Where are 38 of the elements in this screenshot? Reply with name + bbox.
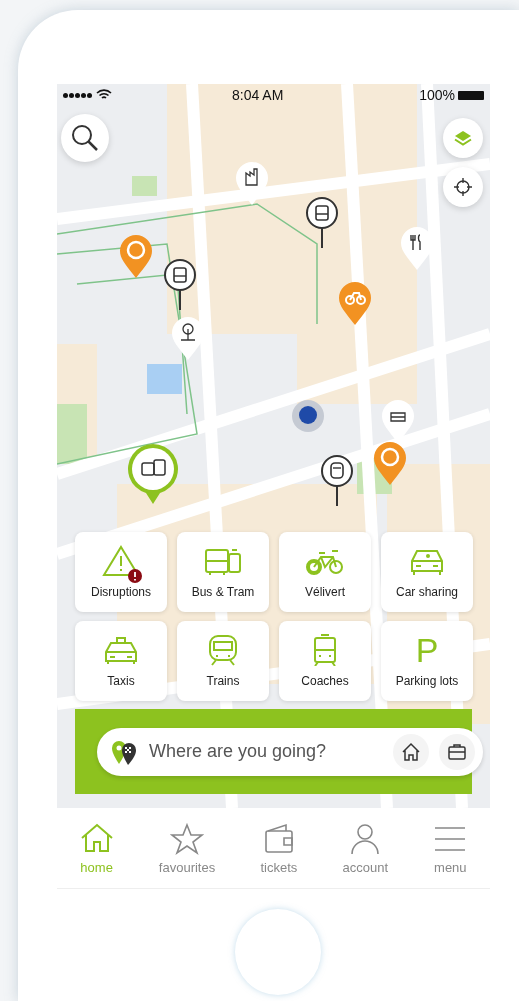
factory-pin-icon[interactable] <box>234 160 270 206</box>
nav-tab[interactable]: menu <box>433 821 468 875</box>
parking-glyph: P <box>415 634 439 666</box>
category-tile[interactable]: Coaches <box>279 621 371 701</box>
bus-stop-pin-icon[interactable] <box>163 258 197 312</box>
house-icon <box>401 741 421 762</box>
taxi-icon <box>102 634 140 666</box>
category-tile[interactable]: Disruptions <box>75 532 167 612</box>
category-tile[interactable]: Trains <box>177 621 269 701</box>
signal-icon <box>63 92 92 98</box>
category-tile[interactable]: P Parking lots <box>381 621 473 701</box>
park-area <box>132 176 157 196</box>
home-shortcut-button[interactable] <box>393 733 429 770</box>
current-location-icon <box>291 399 325 433</box>
battery-percent: 100% <box>419 87 455 103</box>
bus-tram-pin-icon[interactable] <box>126 443 180 505</box>
crosshair-icon <box>453 177 473 197</box>
category-tile[interactable]: Car sharing <box>381 532 473 612</box>
park-area <box>57 404 87 464</box>
category-tile[interactable]: Bus & Tram <box>177 532 269 612</box>
status-time: 8:04 AM <box>232 87 284 103</box>
water-area <box>147 364 182 394</box>
layers-icon <box>454 130 472 146</box>
battery-icon <box>458 90 484 100</box>
search-icon <box>70 123 100 153</box>
destination-field[interactable]: Where are you going? <box>97 727 483 776</box>
work-shortcut-button[interactable] <box>439 733 475 770</box>
train-stop-pin-icon[interactable] <box>320 454 354 508</box>
wifi-icon <box>96 89 112 101</box>
star-icon <box>170 821 205 856</box>
category-tile[interactable]: Taxis <box>75 621 167 701</box>
nav-tab[interactable]: tickets <box>260 821 298 875</box>
briefcase-icon <box>447 741 467 762</box>
nav-tab[interactable]: account <box>342 821 389 875</box>
nav-tab[interactable]: favourites <box>158 821 216 875</box>
destination-input[interactable]: Where are you going? <box>147 740 383 763</box>
bus-stop-pin-icon[interactable] <box>305 196 339 250</box>
category-tile[interactable]: Vélivert <box>279 532 371 612</box>
